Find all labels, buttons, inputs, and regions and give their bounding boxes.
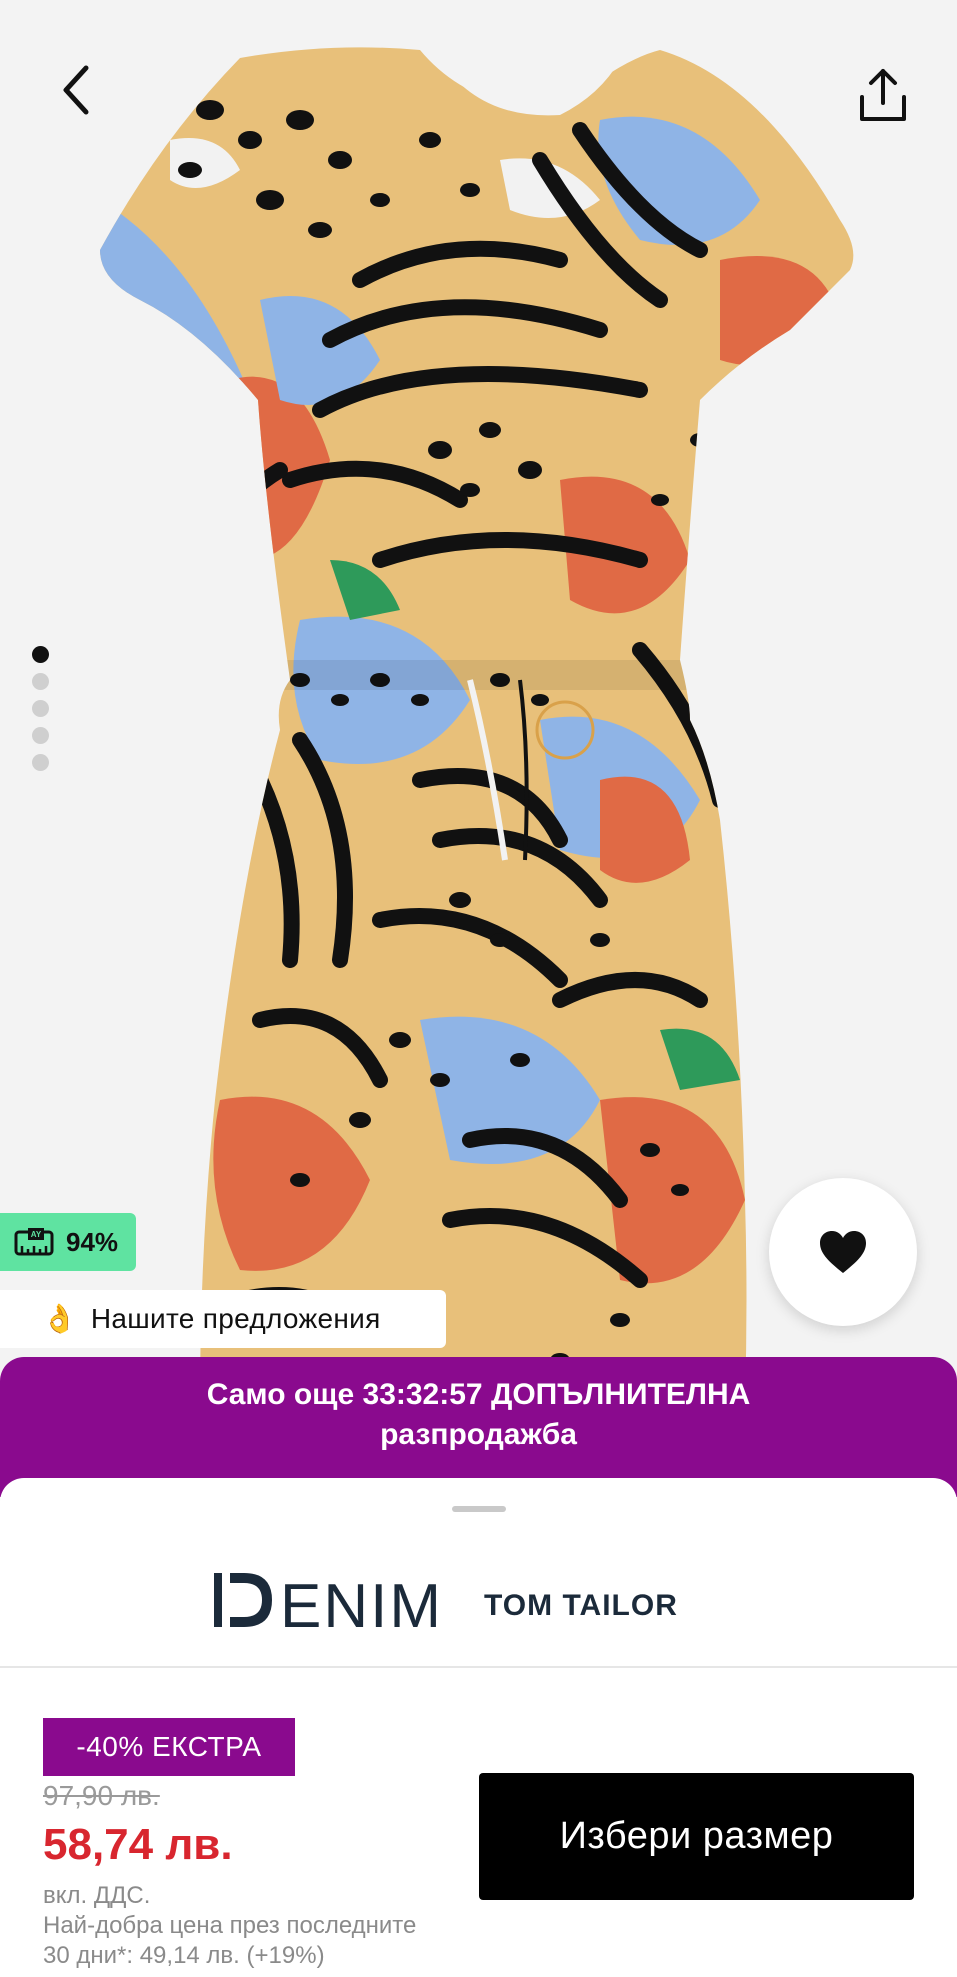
brand-subname: TOM TAILOR <box>484 1589 678 1622</box>
brand-logo[interactable]: ENIM TOM TAILOR <box>0 1550 957 1650</box>
extra-discount-badge: -40% ЕКСТРА <box>43 1718 295 1776</box>
product-screen: AY 94% 👌 Нашите предложения Само още 33:… <box>0 0 957 1977</box>
divider <box>0 1666 957 1668</box>
sale-countdown-line2: разпродажба <box>380 1418 577 1451</box>
sale-countdown-banner: Само още 33:32:57 ДОПЪЛНИТЕЛНА разпродаж… <box>0 1357 957 1497</box>
share-upload-icon <box>860 69 906 121</box>
best-price-note-line1: Най-добра цена през последните <box>43 1912 417 1939</box>
gallery-pagination <box>32 646 49 771</box>
ruler-fit-icon: AY <box>14 1228 54 1256</box>
product-image-gallery[interactable]: AY 94% 👌 Нашите предложения <box>0 0 957 1400</box>
svg-text:AY: AY <box>31 1230 42 1239</box>
back-button[interactable] <box>48 62 104 118</box>
gallery-dot[interactable] <box>32 727 49 744</box>
favorite-button[interactable] <box>769 1178 917 1326</box>
vat-note: вкл. ДДС. <box>43 1882 151 1909</box>
sale-price: 58,74 лв. <box>43 1820 233 1869</box>
svg-text:ENIM: ENIM <box>280 1572 443 1635</box>
product-info-sheet: ENIM TOM TAILOR -40% ЕКСТРА 97,90 лв. 58… <box>0 1478 957 1977</box>
sheet-drag-handle[interactable] <box>452 1506 506 1512</box>
share-button[interactable] <box>850 62 916 128</box>
gallery-dot[interactable] <box>32 646 49 663</box>
select-size-button[interactable]: Избери размер <box>479 1773 914 1900</box>
best-price-note-line2: 30 дни*: 49,14 лв. (+19%) <box>43 1942 325 1969</box>
ok-hand-icon: 👌 <box>42 1303 77 1334</box>
gallery-dot[interactable] <box>32 673 49 690</box>
offers-link[interactable]: 👌 Нашите предложения <box>0 1290 446 1348</box>
old-price: 97,90 лв. <box>43 1780 160 1811</box>
heart-icon <box>820 1231 866 1273</box>
chevron-left-icon <box>63 65 89 115</box>
sale-countdown-line1: Само още 33:32:57 ДОПЪЛНИТЕЛНА <box>206 1378 751 1411</box>
fit-badge[interactable]: AY 94% <box>0 1213 136 1271</box>
gallery-dot[interactable] <box>32 700 49 717</box>
offers-label: Нашите предложения <box>90 1303 381 1334</box>
gallery-dot[interactable] <box>32 754 49 771</box>
brand-logo-image: ENIM TOM TAILOR <box>213 1572 678 1635</box>
fit-percentage: 94% <box>66 1226 119 1257</box>
